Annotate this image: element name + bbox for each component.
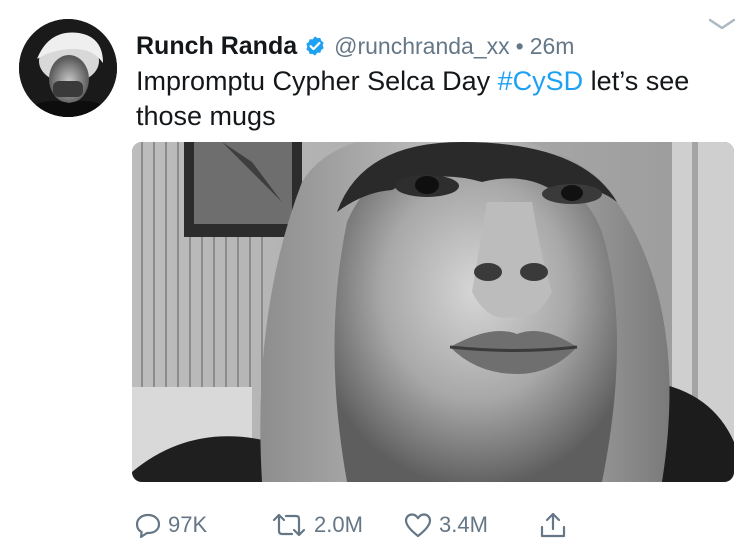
- reply-button[interactable]: 97K: [134, 508, 207, 542]
- handle[interactable]: @runchranda_xx: [334, 33, 510, 60]
- display-name[interactable]: Runch Randa: [136, 32, 297, 61]
- verified-badge-icon: [304, 35, 326, 57]
- separator-dot: •: [515, 32, 524, 59]
- tweet-card[interactable]: Runch Randa @runchranda_xx • 26m Impromp…: [0, 0, 750, 556]
- tweet-header: Runch Randa @runchranda_xx • 26m: [136, 29, 574, 63]
- avatar[interactable]: [19, 19, 117, 117]
- share-button[interactable]: [538, 508, 574, 542]
- tweet-photo[interactable]: [132, 142, 734, 482]
- tweet-text: Impromptu Cypher Selca Day #CySD let’s s…: [136, 64, 726, 134]
- heart-icon: [404, 513, 432, 538]
- retweet-button[interactable]: 2.0M: [270, 508, 363, 542]
- hashtag-link[interactable]: #CySD: [498, 66, 584, 96]
- tweet-text-start: Impromptu Cypher Selca Day: [136, 66, 498, 96]
- reply-count: 97K: [168, 512, 208, 537]
- tweet-actions: 97K 2.0M 3.4M: [132, 508, 734, 542]
- share-icon: [540, 512, 566, 538]
- timestamp[interactable]: 26m: [530, 33, 575, 60]
- chevron-down-icon[interactable]: [707, 14, 737, 34]
- retweet-count: 2.0M: [314, 512, 363, 537]
- reply-icon: [135, 513, 161, 539]
- like-button[interactable]: 3.4M: [403, 508, 488, 542]
- retweet-icon: [272, 513, 306, 537]
- like-count: 3.4M: [439, 512, 488, 537]
